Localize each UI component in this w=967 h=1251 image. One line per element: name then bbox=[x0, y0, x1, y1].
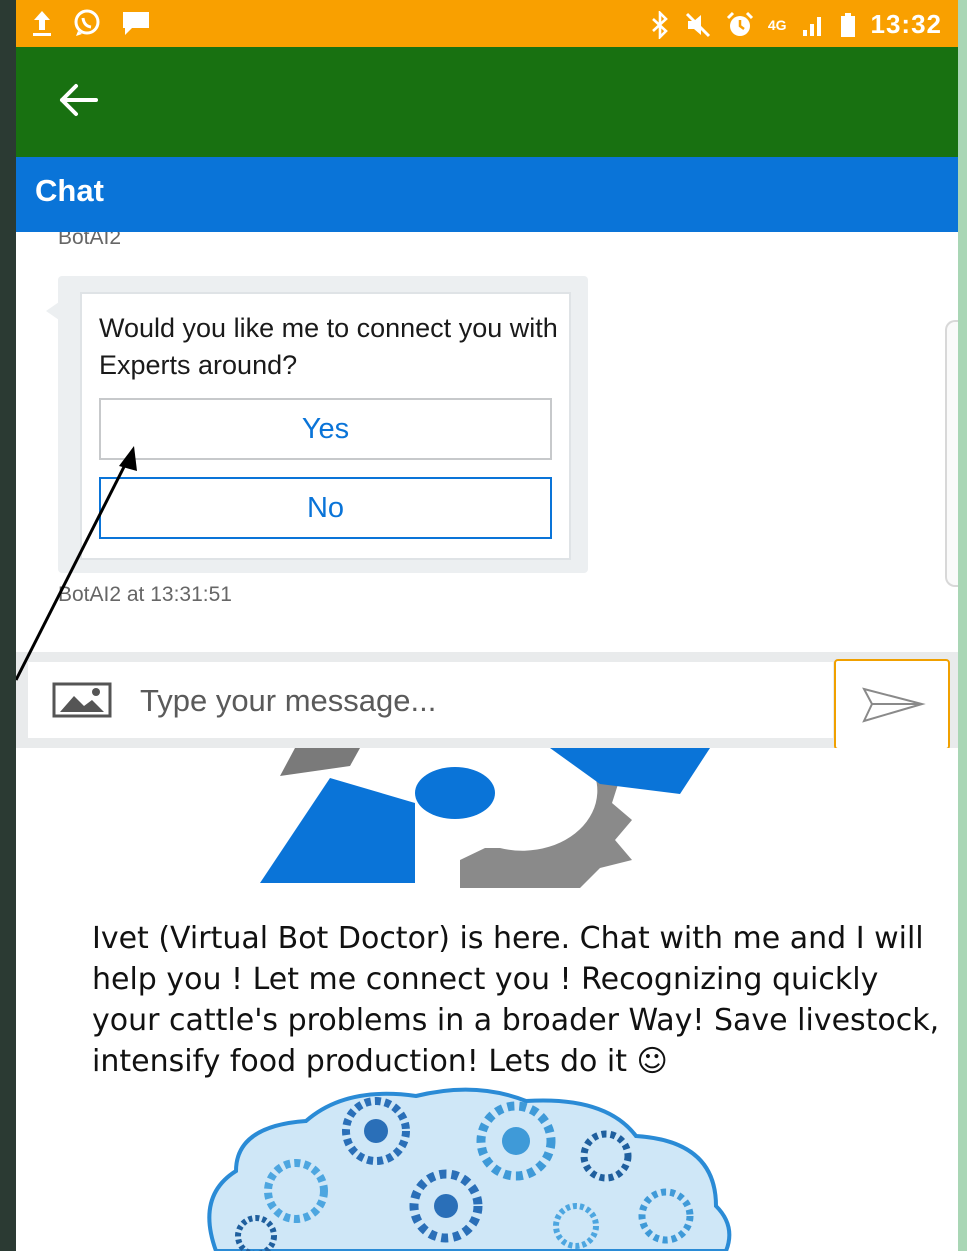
message-timestamp: BotAI2 at 13:31:51 bbox=[58, 583, 232, 606]
alarm-icon bbox=[726, 11, 753, 36]
signal-icon bbox=[802, 16, 821, 36]
arrow-left-icon[interactable] bbox=[56, 80, 102, 120]
bluetooth-icon bbox=[651, 10, 668, 39]
composer-box bbox=[28, 662, 833, 740]
chat-header: Chat bbox=[16, 157, 958, 232]
gear-logo bbox=[260, 748, 710, 888]
scrollbar[interactable] bbox=[945, 320, 958, 587]
sender-name: BotAI2 bbox=[58, 232, 122, 249]
chat-title: Chat bbox=[35, 173, 104, 208]
promo-image: Ivet (Virtual Bot Doctor) is here. Chat … bbox=[16, 748, 958, 1251]
whatsapp-icon bbox=[74, 9, 100, 36]
chat-message-area[interactable]: BotAI2 Would you like me to connect you … bbox=[16, 232, 958, 652]
question-text: Would you like me to connect you with Ex… bbox=[99, 313, 558, 380]
upload-icon bbox=[33, 11, 51, 36]
status-time: 13:32 bbox=[870, 9, 942, 39]
bot-message-bubble: Would you like me to connect you with Ex… bbox=[58, 276, 588, 573]
no-button[interactable]: No bbox=[99, 477, 552, 539]
status-bar: 4G 13:32 bbox=[16, 0, 958, 47]
brain-gears-illustration bbox=[207, 1087, 732, 1251]
promo-text: Ivet (Virtual Bot Doctor) is here. Chat … bbox=[92, 921, 940, 1079]
send-button[interactable] bbox=[834, 659, 950, 750]
status-right-icons: 4G 13:32 bbox=[650, 9, 942, 40]
image-icon[interactable] bbox=[52, 682, 112, 718]
battery-icon bbox=[840, 12, 855, 37]
send-icon bbox=[862, 687, 926, 723]
window-edge bbox=[958, 0, 967, 1251]
network-type-label: 4G bbox=[767, 16, 787, 33]
composer-bar bbox=[16, 652, 958, 750]
message-icon bbox=[123, 12, 149, 35]
app-bar bbox=[16, 47, 958, 157]
status-left-icons bbox=[30, 8, 152, 38]
question-card: Would you like me to connect you with Ex… bbox=[80, 292, 571, 560]
yes-button[interactable]: Yes bbox=[99, 398, 552, 460]
mute-icon bbox=[685, 12, 710, 37]
message-input[interactable] bbox=[138, 662, 832, 740]
phone-screen: 4G 13:32 Chat BotAI2 Would you like me t… bbox=[16, 0, 958, 1251]
